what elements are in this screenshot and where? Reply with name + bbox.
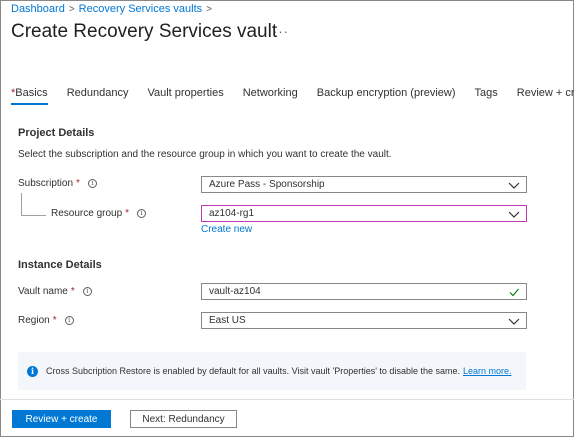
breadcrumb-recovery-vaults[interactable]: Recovery Services vaults (79, 3, 203, 15)
review-create-button[interactable]: Review + create (12, 410, 111, 428)
required-star: * (52, 315, 57, 326)
vault-name-input[interactable]: vault-az104 (201, 283, 527, 300)
instance-details-heading: Instance Details (18, 259, 102, 271)
checkmark-icon (509, 288, 519, 297)
tab-tags[interactable]: Tags (475, 87, 498, 105)
tab-basics[interactable]: *Basics (11, 87, 48, 105)
info-icon: i (27, 365, 38, 377)
region-label: Region * i (18, 315, 74, 326)
tree-connector (21, 193, 46, 216)
chevron-down-icon (508, 211, 520, 218)
info-icon[interactable]: i (87, 179, 97, 188)
resource-group-label: Resource group * i (51, 208, 147, 219)
footer-divider (0, 399, 574, 400)
tab-review-create[interactable]: Review + create (517, 87, 574, 105)
learn-more-link[interactable]: Learn more. (463, 366, 512, 376)
chevron-right-icon: > (206, 3, 213, 15)
breadcrumb: Dashboard > Recovery Services vaults > (11, 3, 212, 15)
subscription-label: Subscription * i (18, 178, 97, 189)
tab-backup-encryption[interactable]: Backup encryption (preview) (317, 87, 456, 105)
chevron-right-icon: > (68, 3, 75, 15)
chevron-down-icon (508, 318, 520, 325)
project-description: Select the subscription and the resource… (18, 149, 392, 160)
tab-bar: *Basics Redundancy Vault properties Netw… (11, 87, 574, 105)
tab-networking[interactable]: Networking (243, 87, 298, 105)
subscription-select[interactable]: Azure Pass - Sponsorship (201, 176, 527, 193)
vault-name-label: Vault name * i (18, 286, 92, 297)
region-select[interactable]: East US (201, 312, 527, 329)
info-icon[interactable]: i (64, 316, 74, 325)
project-details-heading: Project Details (18, 127, 95, 139)
required-star: * (76, 178, 80, 189)
more-options-icon[interactable]: ··· (273, 24, 289, 39)
info-icon[interactable]: i (137, 209, 147, 218)
create-new-link[interactable]: Create new (201, 224, 252, 235)
info-icon[interactable]: i (82, 287, 92, 296)
required-star: * (70, 286, 75, 297)
banner-text: Cross Subcription Restore is enabled by … (46, 366, 460, 376)
breadcrumb-dashboard[interactable]: Dashboard (11, 3, 65, 15)
tab-redundancy[interactable]: Redundancy (67, 87, 129, 105)
page-title: Create Recovery Services vault (11, 21, 278, 42)
required-star: * (125, 208, 130, 219)
tab-vault-properties[interactable]: Vault properties (147, 87, 223, 105)
resource-group-select[interactable]: az104-rg1 (201, 205, 527, 222)
info-banner: i Cross Subcription Restore is enabled b… (18, 352, 526, 390)
chevron-down-icon (508, 182, 520, 189)
next-redundancy-button[interactable]: Next: Redundancy (130, 410, 237, 428)
